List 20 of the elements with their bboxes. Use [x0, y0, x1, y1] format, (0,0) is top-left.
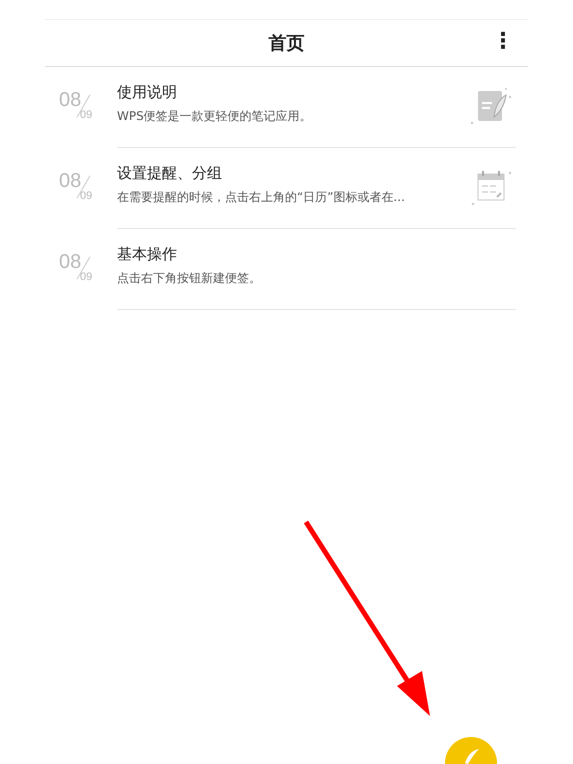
note-title: 基本操作: [117, 245, 178, 264]
page-title: 首页: [268, 32, 304, 55]
note-item[interactable]: 08 09 使用说明 WPS便签是一款更轻便的笔记应用。: [55, 67, 516, 148]
note-item[interactable]: 08 09 设置提醒、分组 在需要提醒的时候，点击右上角的“日历”图标或者在...: [55, 148, 516, 229]
date-month: 08: [59, 170, 82, 192]
note-preview: 在需要提醒的时候，点击右上角的“日历”图标或者在...: [117, 189, 406, 206]
date-month: 08: [59, 89, 82, 111]
date-day: 09: [80, 271, 92, 283]
note-title: 设置提醒、分组: [117, 164, 223, 183]
date-day: 09: [80, 190, 92, 202]
date-month: 08: [59, 251, 82, 273]
new-note-button[interactable]: [445, 737, 497, 764]
more-menu-button[interactable]: ⋮: [492, 28, 514, 56]
note-item[interactable]: 08 09 基本操作 点击右下角按钮新建便签。: [55, 229, 516, 310]
note-preview: 点击右下角按钮新建便签。: [117, 270, 262, 287]
date-day: 09: [80, 109, 92, 121]
note-icon: [470, 87, 514, 127]
calendar-icon: [470, 168, 514, 208]
note-preview: WPS便签是一款更轻便的笔记应用。: [117, 108, 313, 125]
note-title: 使用说明: [117, 83, 178, 102]
